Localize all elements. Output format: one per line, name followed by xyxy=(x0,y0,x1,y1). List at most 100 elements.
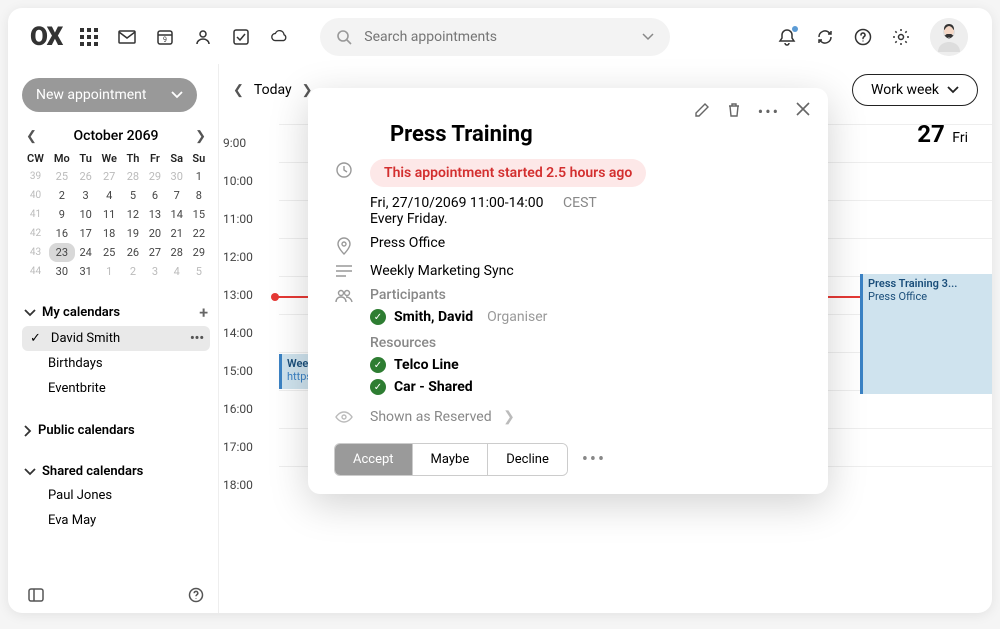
mini-cal-day[interactable]: 22 xyxy=(188,224,210,243)
mini-cal-day[interactable]: 16 xyxy=(49,224,75,243)
mini-cal-day[interactable]: 8 xyxy=(188,186,210,205)
mini-cal-day[interactable]: 30 xyxy=(49,262,75,281)
next-month-button[interactable]: ❯ xyxy=(195,129,206,144)
mini-cal-day[interactable]: 25 xyxy=(49,167,75,186)
collapse-sidebar-icon[interactable] xyxy=(28,587,44,603)
drive-icon[interactable] xyxy=(270,28,288,46)
mini-calendar-title: October 2069 xyxy=(73,128,158,144)
mini-cal-day[interactable]: 18 xyxy=(97,224,122,243)
mini-cal-day[interactable]: 28 xyxy=(122,167,144,186)
calendar-item[interactable]: Eventbrite xyxy=(22,376,210,401)
mini-cal-day[interactable]: 17 xyxy=(75,224,97,243)
popup-recurrence: Every Friday. xyxy=(370,211,448,227)
mini-cal-day[interactable]: 9 xyxy=(49,205,75,224)
grid-icon[interactable] xyxy=(80,28,98,46)
mini-cal-day[interactable]: 1 xyxy=(188,167,210,186)
chevron-down-icon[interactable] xyxy=(642,33,654,41)
mini-cal-day[interactable]: 20 xyxy=(144,224,166,243)
mini-cal-day[interactable]: 11 xyxy=(97,205,122,224)
mini-cal-day[interactable]: 2 xyxy=(49,186,75,205)
participant-row: ✓Smith, DavidOrganiser xyxy=(370,309,802,325)
more-icon[interactable]: ••• xyxy=(758,102,780,121)
contacts-icon[interactable] xyxy=(194,28,212,46)
calendar-icon[interactable]: 9 xyxy=(156,28,174,46)
mini-cal-day[interactable]: 21 xyxy=(166,224,188,243)
time-column: 9:0010:0011:0012:0013:0014:0015:0016:001… xyxy=(223,124,253,504)
mini-cal-day[interactable]: 14 xyxy=(166,205,188,224)
description-icon xyxy=(334,263,354,277)
mini-cal-day[interactable]: 7 xyxy=(166,186,188,205)
sidebar: New appointment ❮ October 2069 ❯ CWMoTuW… xyxy=(8,64,218,613)
mini-cal-day[interactable]: 19 xyxy=(122,224,144,243)
mini-cal-day[interactable]: 3 xyxy=(75,186,97,205)
app-switcher-icons: 9 xyxy=(80,28,288,46)
topbar: OX 9 xyxy=(8,8,992,64)
mini-cal-day[interactable]: 15 xyxy=(188,205,210,224)
mini-cal-day[interactable]: 23 xyxy=(49,243,75,262)
new-appointment-label: New appointment xyxy=(36,87,146,103)
visibility-icon xyxy=(334,409,354,423)
tasks-icon[interactable] xyxy=(232,28,250,46)
mini-cal-day[interactable]: 24 xyxy=(75,243,97,262)
mini-cal-day[interactable]: 3 xyxy=(144,262,166,281)
calendar-item[interactable]: Eva May xyxy=(22,508,210,533)
mini-cal-day[interactable]: 12 xyxy=(122,205,144,224)
mini-cal-day[interactable]: 27 xyxy=(97,167,122,186)
help-icon[interactable] xyxy=(188,587,204,603)
prev-month-button[interactable]: ❮ xyxy=(26,129,37,144)
edit-icon[interactable] xyxy=(694,102,710,121)
mini-cal-day[interactable]: 4 xyxy=(97,186,122,205)
calendar-item[interactable]: Paul Jones xyxy=(22,483,210,508)
chevron-down-icon xyxy=(24,468,36,476)
notifications-icon[interactable] xyxy=(778,28,796,46)
participants-icon xyxy=(334,287,354,303)
mini-cal-day[interactable]: 29 xyxy=(144,167,166,186)
mini-cal-day[interactable]: 25 xyxy=(97,243,122,262)
maybe-button[interactable]: Maybe xyxy=(413,444,489,475)
my-calendars-header[interactable]: My calendars + xyxy=(22,299,210,326)
mini-cal-day[interactable]: 31 xyxy=(75,262,97,281)
mini-cal-day[interactable]: 26 xyxy=(75,167,97,186)
today-button[interactable]: Today xyxy=(254,82,292,98)
appointment-popup: ••• Press Training This appointment star… xyxy=(308,88,828,494)
settings-icon[interactable] xyxy=(892,28,910,46)
add-calendar-button[interactable]: + xyxy=(199,303,208,322)
mini-cal-day[interactable]: 13 xyxy=(144,205,166,224)
delete-icon[interactable] xyxy=(726,102,742,121)
mini-cal-day[interactable]: 1 xyxy=(97,262,122,281)
mini-cal-day[interactable]: 5 xyxy=(122,186,144,205)
decline-button[interactable]: Decline xyxy=(488,444,567,475)
mini-cal-day[interactable]: 10 xyxy=(75,205,97,224)
view-selector[interactable]: Work week xyxy=(852,74,978,106)
mini-cal-day[interactable]: 6 xyxy=(144,186,166,205)
mini-cal-day[interactable]: 28 xyxy=(166,243,188,262)
mini-cal-day[interactable]: 27 xyxy=(144,243,166,262)
new-appointment-button[interactable]: New appointment xyxy=(22,78,197,112)
chevron-down-icon xyxy=(171,91,183,99)
close-icon[interactable] xyxy=(796,102,810,121)
refresh-icon[interactable] xyxy=(816,28,834,46)
resource-row: ✓Telco Line xyxy=(370,357,802,373)
shared-calendars-header[interactable]: Shared calendars xyxy=(22,460,210,483)
calendar-item[interactable]: ✓David Smith••• xyxy=(22,326,210,351)
avatar[interactable] xyxy=(930,18,968,56)
calendar-item[interactable]: Birthdays xyxy=(22,351,210,376)
mini-cal-day[interactable]: 5 xyxy=(188,262,210,281)
search-input[interactable] xyxy=(364,29,630,45)
help-icon[interactable] xyxy=(854,28,872,46)
mini-cal-day[interactable]: 4 xyxy=(166,262,188,281)
appointment-block[interactable]: Press Training 3... Press Office xyxy=(860,274,992,394)
mini-cal-day[interactable]: 29 xyxy=(188,243,210,262)
public-calendars-header[interactable]: Public calendars xyxy=(22,419,210,442)
mini-cal-day[interactable]: 30 xyxy=(166,167,188,186)
popup-description: Weekly Marketing Sync xyxy=(370,263,802,279)
mini-calendar[interactable]: CWMoTuWeThFrSaSu392526272829301402345678… xyxy=(22,150,210,281)
mini-cal-day[interactable]: 26 xyxy=(122,243,144,262)
more-actions-button[interactable]: ••• xyxy=(582,449,606,470)
accept-button[interactable]: Accept xyxy=(335,444,413,475)
search-bar[interactable] xyxy=(320,18,670,56)
prev-period-button[interactable]: ❮ xyxy=(233,83,244,98)
mini-cal-day[interactable]: 2 xyxy=(122,262,144,281)
mail-icon[interactable] xyxy=(118,28,136,46)
shown-as-row[interactable]: Shown as Reserved ❯ xyxy=(370,409,802,425)
